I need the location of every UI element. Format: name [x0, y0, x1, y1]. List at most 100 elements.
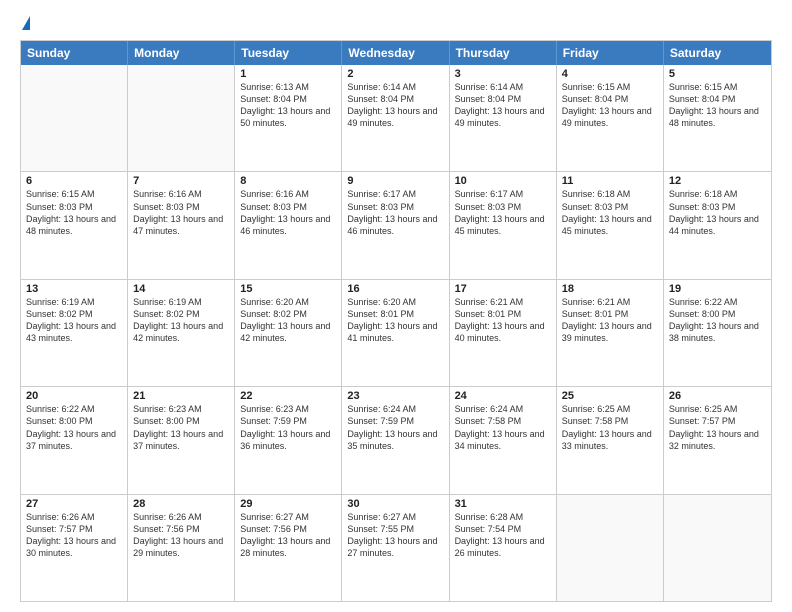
calendar-header: SundayMondayTuesdayWednesdayThursdayFrid… — [21, 41, 771, 65]
cell-text: Sunrise: 6:24 AM Sunset: 7:58 PM Dayligh… — [455, 403, 551, 452]
cell-text: Sunrise: 6:13 AM Sunset: 8:04 PM Dayligh… — [240, 81, 336, 130]
day-number: 30 — [347, 498, 443, 510]
cal-cell — [557, 495, 664, 601]
logo — [20, 16, 30, 32]
day-number: 2 — [347, 68, 443, 80]
day-number: 11 — [562, 175, 658, 187]
cell-text: Sunrise: 6:17 AM Sunset: 8:03 PM Dayligh… — [347, 188, 443, 237]
cal-cell: 9Sunrise: 6:17 AM Sunset: 8:03 PM Daylig… — [342, 172, 449, 278]
cal-cell: 19Sunrise: 6:22 AM Sunset: 8:00 PM Dayli… — [664, 280, 771, 386]
cal-cell: 3Sunrise: 6:14 AM Sunset: 8:04 PM Daylig… — [450, 65, 557, 171]
logo-triangle-icon — [22, 16, 30, 30]
cell-text: Sunrise: 6:19 AM Sunset: 8:02 PM Dayligh… — [26, 296, 122, 345]
cell-text: Sunrise: 6:28 AM Sunset: 7:54 PM Dayligh… — [455, 511, 551, 560]
cell-text: Sunrise: 6:15 AM Sunset: 8:03 PM Dayligh… — [26, 188, 122, 237]
cal-cell: 16Sunrise: 6:20 AM Sunset: 8:01 PM Dayli… — [342, 280, 449, 386]
cell-text: Sunrise: 6:14 AM Sunset: 8:04 PM Dayligh… — [455, 81, 551, 130]
cell-text: Sunrise: 6:23 AM Sunset: 8:00 PM Dayligh… — [133, 403, 229, 452]
cal-cell: 25Sunrise: 6:25 AM Sunset: 7:58 PM Dayli… — [557, 387, 664, 493]
cal-cell: 18Sunrise: 6:21 AM Sunset: 8:01 PM Dayli… — [557, 280, 664, 386]
cell-text: Sunrise: 6:20 AM Sunset: 8:01 PM Dayligh… — [347, 296, 443, 345]
day-number: 12 — [669, 175, 766, 187]
cal-cell: 6Sunrise: 6:15 AM Sunset: 8:03 PM Daylig… — [21, 172, 128, 278]
week-row-2: 6Sunrise: 6:15 AM Sunset: 8:03 PM Daylig… — [21, 171, 771, 278]
week-row-5: 27Sunrise: 6:26 AM Sunset: 7:57 PM Dayli… — [21, 494, 771, 601]
header-day-monday: Monday — [128, 41, 235, 65]
calendar-body: 1Sunrise: 6:13 AM Sunset: 8:04 PM Daylig… — [21, 65, 771, 601]
cell-text: Sunrise: 6:27 AM Sunset: 7:56 PM Dayligh… — [240, 511, 336, 560]
cell-text: Sunrise: 6:16 AM Sunset: 8:03 PM Dayligh… — [133, 188, 229, 237]
day-number: 31 — [455, 498, 551, 510]
day-number: 21 — [133, 390, 229, 402]
day-number: 1 — [240, 68, 336, 80]
cell-text: Sunrise: 6:24 AM Sunset: 7:59 PM Dayligh… — [347, 403, 443, 452]
day-number: 7 — [133, 175, 229, 187]
header-day-friday: Friday — [557, 41, 664, 65]
cell-text: Sunrise: 6:26 AM Sunset: 7:56 PM Dayligh… — [133, 511, 229, 560]
cal-cell: 1Sunrise: 6:13 AM Sunset: 8:04 PM Daylig… — [235, 65, 342, 171]
header-day-saturday: Saturday — [664, 41, 771, 65]
day-number: 18 — [562, 283, 658, 295]
cell-text: Sunrise: 6:21 AM Sunset: 8:01 PM Dayligh… — [455, 296, 551, 345]
header-day-tuesday: Tuesday — [235, 41, 342, 65]
day-number: 25 — [562, 390, 658, 402]
day-number: 5 — [669, 68, 766, 80]
cal-cell: 29Sunrise: 6:27 AM Sunset: 7:56 PM Dayli… — [235, 495, 342, 601]
day-number: 23 — [347, 390, 443, 402]
cell-text: Sunrise: 6:25 AM Sunset: 7:57 PM Dayligh… — [669, 403, 766, 452]
day-number: 28 — [133, 498, 229, 510]
cal-cell: 2Sunrise: 6:14 AM Sunset: 8:04 PM Daylig… — [342, 65, 449, 171]
cell-text: Sunrise: 6:15 AM Sunset: 8:04 PM Dayligh… — [669, 81, 766, 130]
day-number: 10 — [455, 175, 551, 187]
day-number: 20 — [26, 390, 122, 402]
cal-cell — [664, 495, 771, 601]
day-number: 27 — [26, 498, 122, 510]
cal-cell: 4Sunrise: 6:15 AM Sunset: 8:04 PM Daylig… — [557, 65, 664, 171]
cal-cell: 21Sunrise: 6:23 AM Sunset: 8:00 PM Dayli… — [128, 387, 235, 493]
cal-cell — [21, 65, 128, 171]
cell-text: Sunrise: 6:25 AM Sunset: 7:58 PM Dayligh… — [562, 403, 658, 452]
day-number: 15 — [240, 283, 336, 295]
cal-cell: 11Sunrise: 6:18 AM Sunset: 8:03 PM Dayli… — [557, 172, 664, 278]
day-number: 26 — [669, 390, 766, 402]
cell-text: Sunrise: 6:21 AM Sunset: 8:01 PM Dayligh… — [562, 296, 658, 345]
cal-cell: 31Sunrise: 6:28 AM Sunset: 7:54 PM Dayli… — [450, 495, 557, 601]
cal-cell: 22Sunrise: 6:23 AM Sunset: 7:59 PM Dayli… — [235, 387, 342, 493]
week-row-1: 1Sunrise: 6:13 AM Sunset: 8:04 PM Daylig… — [21, 65, 771, 171]
day-number: 14 — [133, 283, 229, 295]
day-number: 13 — [26, 283, 122, 295]
cal-cell: 27Sunrise: 6:26 AM Sunset: 7:57 PM Dayli… — [21, 495, 128, 601]
day-number: 4 — [562, 68, 658, 80]
cell-text: Sunrise: 6:15 AM Sunset: 8:04 PM Dayligh… — [562, 81, 658, 130]
cell-text: Sunrise: 6:18 AM Sunset: 8:03 PM Dayligh… — [562, 188, 658, 237]
cal-cell: 15Sunrise: 6:20 AM Sunset: 8:02 PM Dayli… — [235, 280, 342, 386]
cell-text: Sunrise: 6:22 AM Sunset: 8:00 PM Dayligh… — [669, 296, 766, 345]
cal-cell: 14Sunrise: 6:19 AM Sunset: 8:02 PM Dayli… — [128, 280, 235, 386]
day-number: 6 — [26, 175, 122, 187]
cell-text: Sunrise: 6:18 AM Sunset: 8:03 PM Dayligh… — [669, 188, 766, 237]
cell-text: Sunrise: 6:19 AM Sunset: 8:02 PM Dayligh… — [133, 296, 229, 345]
cell-text: Sunrise: 6:20 AM Sunset: 8:02 PM Dayligh… — [240, 296, 336, 345]
calendar: SundayMondayTuesdayWednesdayThursdayFrid… — [20, 40, 772, 602]
day-number: 29 — [240, 498, 336, 510]
cal-cell: 10Sunrise: 6:17 AM Sunset: 8:03 PM Dayli… — [450, 172, 557, 278]
week-row-4: 20Sunrise: 6:22 AM Sunset: 8:00 PM Dayli… — [21, 386, 771, 493]
day-number: 9 — [347, 175, 443, 187]
header-day-thursday: Thursday — [450, 41, 557, 65]
page: SundayMondayTuesdayWednesdayThursdayFrid… — [0, 0, 792, 612]
day-number: 22 — [240, 390, 336, 402]
cell-text: Sunrise: 6:27 AM Sunset: 7:55 PM Dayligh… — [347, 511, 443, 560]
week-row-3: 13Sunrise: 6:19 AM Sunset: 8:02 PM Dayli… — [21, 279, 771, 386]
cal-cell: 28Sunrise: 6:26 AM Sunset: 7:56 PM Dayli… — [128, 495, 235, 601]
cell-text: Sunrise: 6:16 AM Sunset: 8:03 PM Dayligh… — [240, 188, 336, 237]
header — [20, 16, 772, 32]
cal-cell: 7Sunrise: 6:16 AM Sunset: 8:03 PM Daylig… — [128, 172, 235, 278]
cell-text: Sunrise: 6:17 AM Sunset: 8:03 PM Dayligh… — [455, 188, 551, 237]
day-number: 16 — [347, 283, 443, 295]
header-day-sunday: Sunday — [21, 41, 128, 65]
cal-cell: 12Sunrise: 6:18 AM Sunset: 8:03 PM Dayli… — [664, 172, 771, 278]
cal-cell: 23Sunrise: 6:24 AM Sunset: 7:59 PM Dayli… — [342, 387, 449, 493]
cell-text: Sunrise: 6:22 AM Sunset: 8:00 PM Dayligh… — [26, 403, 122, 452]
day-number: 8 — [240, 175, 336, 187]
cal-cell: 17Sunrise: 6:21 AM Sunset: 8:01 PM Dayli… — [450, 280, 557, 386]
